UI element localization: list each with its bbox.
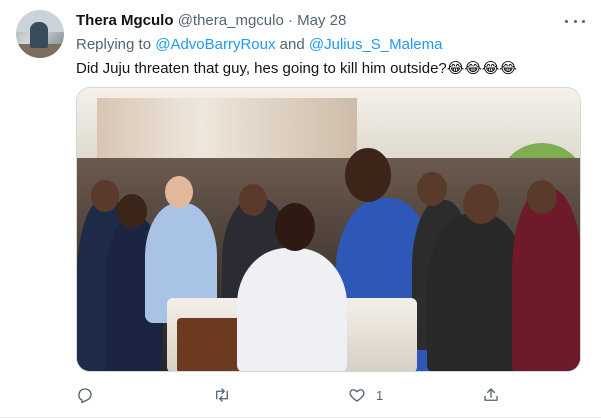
retweet-button[interactable]	[212, 384, 232, 406]
more-dot	[582, 19, 585, 23]
replying-to: Replying to @AdvoBarryRoux and @Julius_S…	[76, 34, 586, 56]
avatar[interactable]	[16, 10, 64, 58]
reply-mention-2[interactable]: @Julius_S_Malema	[309, 36, 443, 53]
share-button[interactable]	[482, 384, 500, 406]
avatar-figure	[30, 22, 48, 48]
person-white-suit	[237, 248, 347, 371]
photo-scene	[77, 88, 580, 371]
person-head	[239, 184, 267, 216]
replying-prefix: Replying to	[76, 36, 152, 53]
separator: ·	[287, 12, 293, 29]
retweet-icon	[216, 388, 228, 402]
tweet[interactable]: Thera Mgculo @thera_mgculo · May 28 Repl…	[0, 0, 601, 418]
reply-icon	[78, 388, 92, 404]
author-handle[interactable]: @thera_mgculo	[178, 12, 284, 29]
person-head	[275, 203, 315, 251]
tweet-content: Thera Mgculo @thera_mgculo · May 28 Repl…	[76, 10, 586, 80]
replying-and: and	[279, 36, 305, 53]
tweet-actions: 1	[76, 384, 596, 406]
person-head	[463, 184, 499, 224]
person-head	[527, 180, 557, 214]
tweet-header: Thera Mgculo @thera_mgculo · May 28	[76, 10, 586, 32]
person-head	[91, 180, 119, 212]
tweet-date[interactable]: May 28	[297, 12, 346, 29]
person-head	[117, 194, 147, 228]
person-head	[417, 172, 447, 206]
like-count: 1	[376, 387, 384, 403]
reply-mention-1[interactable]: @AdvoBarryRoux	[155, 36, 275, 53]
more-options-icon[interactable]	[564, 12, 586, 30]
reply-button[interactable]	[76, 384, 94, 406]
tweet-text: Did Juju threaten that guy, hes going to…	[76, 60, 517, 77]
author-name[interactable]: Thera Mgculo	[76, 12, 174, 29]
like-button[interactable]: 1	[348, 384, 383, 406]
more-dot	[565, 19, 568, 23]
heart-icon	[349, 389, 365, 402]
person-right-maroon	[512, 188, 580, 371]
more-dot	[573, 19, 577, 23]
share-icon	[484, 388, 498, 401]
person-head	[165, 176, 193, 208]
person-head	[345, 148, 391, 202]
tweet-photo[interactable]	[76, 87, 581, 372]
